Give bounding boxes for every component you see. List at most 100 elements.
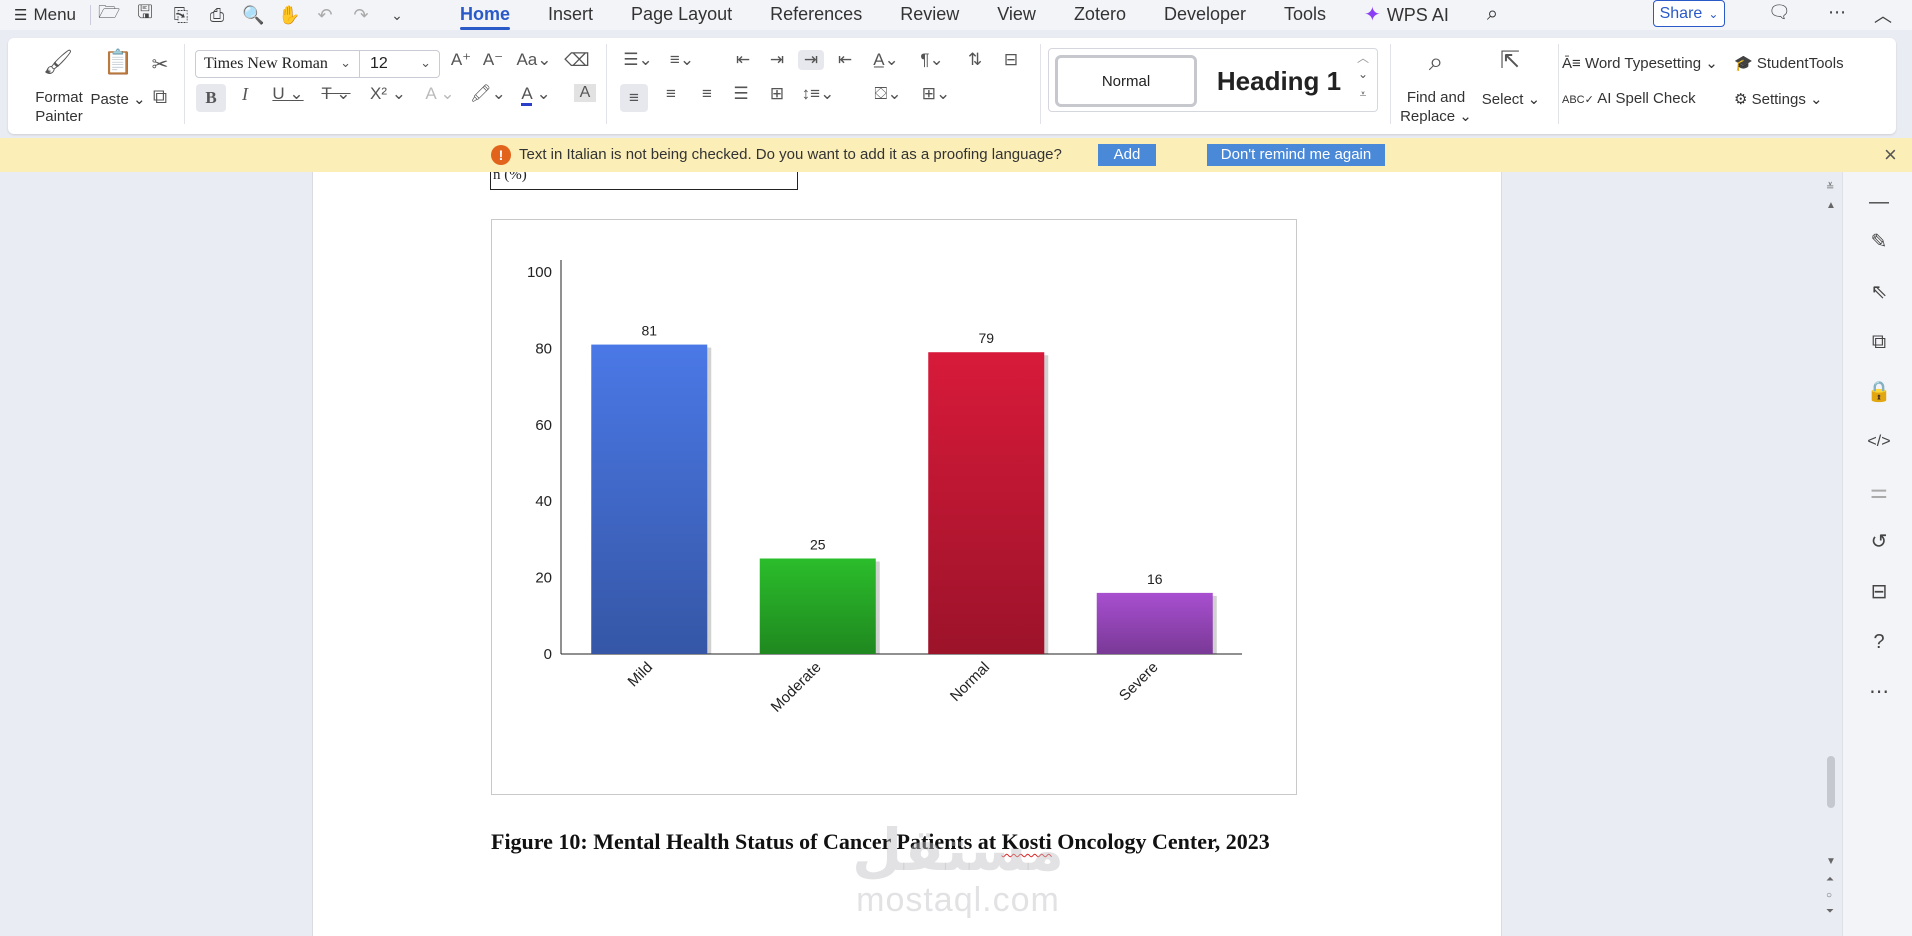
menu-button[interactable]: ☰ Menu	[14, 5, 76, 25]
figure-caption: Figure 10: Mental Health Status of Cance…	[491, 826, 1311, 857]
undo-icon[interactable]: ↶	[314, 5, 336, 26]
columns-icon[interactable]: ⊟	[998, 50, 1024, 70]
styles-scroll-up-icon[interactable]: ︿	[1353, 49, 1373, 66]
borders-icon[interactable]: ⊞⌄	[916, 84, 956, 104]
tab-view[interactable]: View	[997, 0, 1036, 30]
collapse-ribbon-icon[interactable]: ︿	[1874, 2, 1892, 28]
styles-scroll-down-icon[interactable]: ⌄	[1353, 67, 1373, 81]
comment-icon[interactable]: 🗨	[1768, 2, 1791, 23]
typesetting-icon: Ā≡	[1562, 55, 1581, 72]
styles-expand-icon[interactable]: ⩡	[1353, 87, 1373, 102]
decrease-indent-icon[interactable]: ⇤	[730, 50, 756, 70]
ai-spell-check-button[interactable]: ABC✓ AI Spell Check	[1562, 90, 1752, 107]
outdent-icon[interactable]: ⇤	[832, 50, 858, 70]
tab-page-layout[interactable]: Page Layout	[631, 0, 732, 30]
numbered-list-icon[interactable]: ≡⌄	[664, 50, 700, 70]
history-icon[interactable]: ↺	[1863, 526, 1895, 558]
add-language-button[interactable]: Add	[1098, 144, 1156, 166]
word-typesetting-button[interactable]: Ā≡ Word Typesetting ⌄	[1562, 54, 1752, 72]
copy-icon[interactable]: ⧉	[148, 86, 172, 109]
sort-icon[interactable]: ⇅	[962, 50, 988, 70]
style-heading-1[interactable]: Heading 1	[1209, 55, 1349, 107]
italic-icon[interactable]: I	[232, 84, 258, 105]
tab-review[interactable]: Review	[900, 0, 959, 30]
scroll-up-icon[interactable]: ▲	[1826, 200, 1836, 211]
shrink-font-icon[interactable]: A⁻	[480, 50, 506, 70]
align-right-icon[interactable]: ≡	[694, 84, 720, 104]
grow-font-icon[interactable]: A⁺	[448, 50, 474, 70]
cursor-icon[interactable]: ⇖	[1863, 276, 1895, 308]
select-button[interactable]: Select ⌄	[1476, 90, 1546, 108]
bold-icon[interactable]: B	[196, 84, 226, 112]
select-browse-object-icon[interactable]: ○	[1826, 890, 1832, 901]
paste-button[interactable]: Paste ⌄	[88, 90, 148, 108]
print-preview-icon[interactable]: 🔍	[242, 5, 264, 26]
strikethrough-icon[interactable]: T ⌄	[318, 84, 354, 104]
chart-frame[interactable]: 0 20 40 60 80 100 81 Mild 25 Moderate 79 Normal 16 S…	[491, 219, 1297, 795]
more-icon[interactable]: ⋯	[1863, 676, 1895, 708]
tab-insert[interactable]: Insert	[548, 0, 593, 30]
superscript-icon[interactable]: X² ⌄	[370, 84, 406, 104]
vertical-scrollbar[interactable]: ≚ ▲ ▼ ⏶ ○ ⏷	[1822, 172, 1842, 936]
previous-page-icon[interactable]: ⏶	[1826, 874, 1834, 885]
minimize-panel-icon[interactable]: —	[1863, 186, 1895, 218]
char-shading-icon[interactable]: A	[574, 84, 596, 102]
help-icon[interactable]: ?	[1863, 626, 1895, 658]
clear-format-icon[interactable]: ⌫	[564, 50, 590, 71]
paragraph-marks-icon[interactable]: ¶⌄	[914, 50, 950, 70]
more-icon[interactable]: ⋯	[1828, 2, 1846, 23]
underline-icon[interactable]: U ⌄	[270, 84, 306, 104]
cut-icon[interactable]: ✂	[148, 52, 172, 77]
scroll-down-icon[interactable]: ▼	[1826, 856, 1836, 867]
format-painter-button[interactable]: Format Painter	[24, 88, 94, 126]
dont-remind-button[interactable]: Don't remind me again	[1207, 144, 1385, 166]
tab-home[interactable]: Home	[460, 0, 511, 30]
pen-icon[interactable]: ✎	[1863, 226, 1895, 258]
copy-clear-icon[interactable]: ⧉	[1863, 326, 1895, 358]
hand-tool-icon[interactable]: ✋	[278, 5, 300, 26]
text-direction-icon[interactable]: A̲⌄	[868, 50, 904, 70]
text-effect-icon[interactable]: A ⌄	[422, 84, 458, 104]
open-folder-icon[interactable]: 🗁	[98, 0, 120, 30]
tab-tools[interactable]: Tools	[1284, 0, 1326, 30]
export-icon[interactable]: ⎘	[170, 5, 192, 26]
font-size-select[interactable]: 12 ⌄	[360, 50, 440, 78]
highlight-icon[interactable]: 🖍⌄	[470, 84, 506, 104]
sliders-icon[interactable]: ⚌	[1863, 476, 1895, 508]
settings-button[interactable]: ⚙ Settings ⌄	[1734, 90, 1884, 108]
justify-icon[interactable]: ☰	[728, 84, 754, 104]
font-color-icon[interactable]: A ⌄	[518, 84, 554, 106]
student-tools-button[interactable]: 🎓 StudentTools	[1734, 54, 1884, 72]
bar-shade	[1096, 592, 1213, 654]
align-center-icon[interactable]: ≡	[658, 84, 684, 104]
increase-indent-icon[interactable]: ⇥	[764, 50, 790, 70]
align-left-icon[interactable]: ≡	[620, 84, 648, 112]
lock-icon[interactable]: 🔒	[1863, 376, 1895, 408]
code-icon[interactable]: </>	[1863, 426, 1895, 458]
font-name-select[interactable]: Times New Roman ⌄	[195, 50, 360, 78]
tab-zotero[interactable]: Zotero	[1074, 0, 1126, 30]
search-icon[interactable]: ⌕	[1487, 0, 1498, 30]
indent-right-icon[interactable]: ⇥	[798, 50, 824, 70]
page-up-icon[interactable]: ≚	[1826, 182, 1834, 193]
paste-icon: 📋	[103, 49, 133, 76]
scroll-thumb[interactable]	[1827, 756, 1835, 808]
distributed-icon[interactable]: ⊞	[764, 84, 790, 104]
save-icon[interactable]: 🖫	[134, 0, 156, 30]
tab-references[interactable]: References	[770, 0, 862, 30]
close-icon[interactable]: ×	[1884, 142, 1897, 168]
tab-wps-ai[interactable]: ✦ WPS AI	[1364, 0, 1449, 30]
print-icon[interactable]: ⎙	[206, 5, 228, 26]
line-spacing-icon[interactable]: ↕≡⌄	[798, 84, 838, 104]
chevron-down-icon[interactable]: ⌄	[386, 7, 408, 24]
bullet-list-icon[interactable]: ☰⌄	[620, 50, 656, 70]
next-page-icon[interactable]: ⏷	[1826, 906, 1834, 917]
style-normal[interactable]: Normal	[1055, 55, 1197, 107]
find-replace-button[interactable]: Find and Replace ⌄	[1400, 88, 1472, 126]
outline-icon[interactable]: ⊟	[1863, 576, 1895, 608]
shading-icon[interactable]: ⛋⌄	[868, 84, 908, 104]
redo-icon[interactable]: ↷	[350, 5, 372, 26]
share-button[interactable]: Share ⌄	[1653, 0, 1725, 27]
tab-developer[interactable]: Developer	[1164, 0, 1246, 30]
change-case-icon[interactable]: Aa⌄	[516, 50, 552, 70]
